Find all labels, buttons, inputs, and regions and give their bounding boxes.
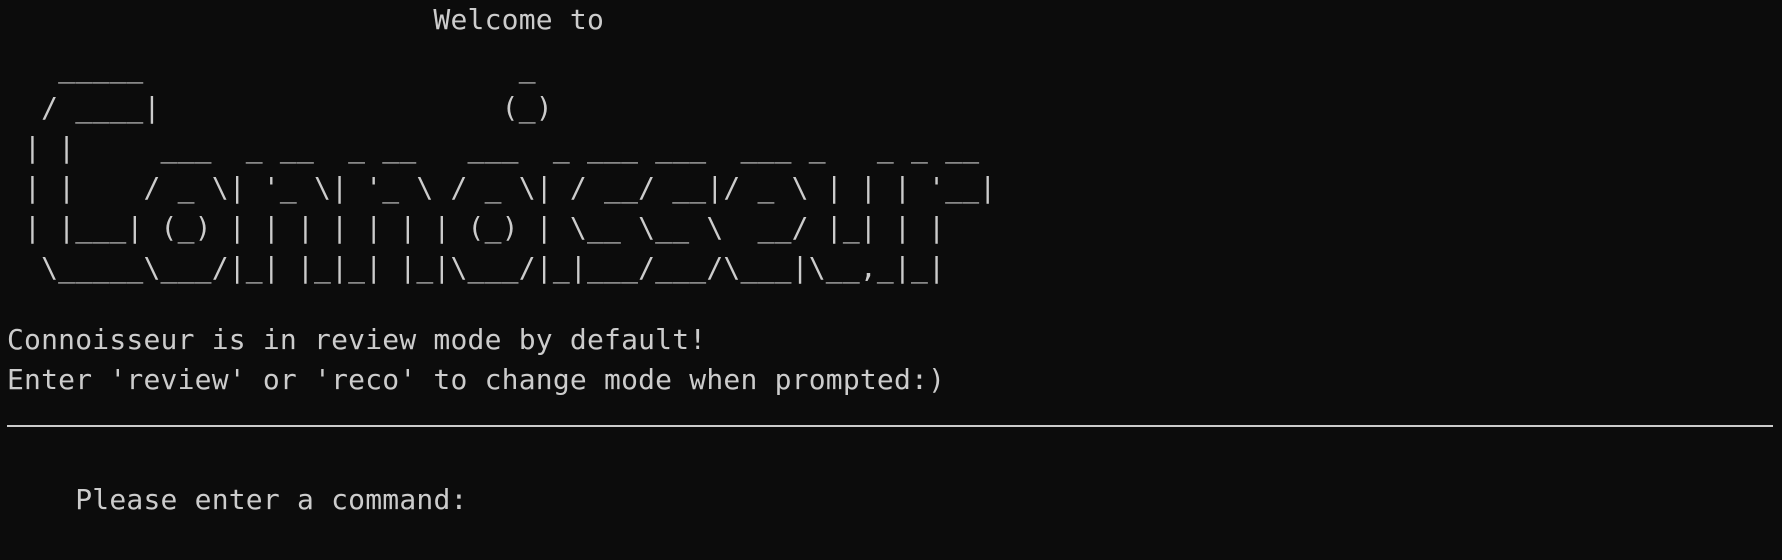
- ascii-banner-line: _____ _: [7, 51, 536, 84]
- terminal-window[interactable]: Welcome to _____ _ / ____| (_) | | ___ _…: [0, 0, 1782, 516]
- command-prompt[interactable]: Please enter a command:: [7, 440, 500, 560]
- ascii-banner-line: | |___| (_) | | | | | | | (_) | \__ \__ …: [7, 211, 946, 244]
- ascii-banner-line: \_____\___/|_| |_|_| |_|\___/|_|___/___/…: [7, 251, 946, 284]
- ascii-banner-line: / ____| (_): [7, 91, 553, 124]
- ascii-banner-line: | | / _ \| '_ \| '_ \ / _ \| / __/ __|/ …: [7, 171, 997, 204]
- prompt-label: Please enter a command:: [75, 483, 485, 516]
- separator-line: [7, 425, 1773, 427]
- welcome-text: Welcome to: [7, 3, 605, 36]
- mode-info-text: Connoisseur is in review mode by default…: [7, 323, 707, 356]
- text-cursor[interactable]: [485, 486, 500, 514]
- mode-instruction-text: Enter 'review' or 'reco' to change mode …: [7, 363, 946, 396]
- ascii-banner-line: | | ___ _ __ _ __ ___ _ ___ ___ ___ _ _ …: [7, 131, 980, 164]
